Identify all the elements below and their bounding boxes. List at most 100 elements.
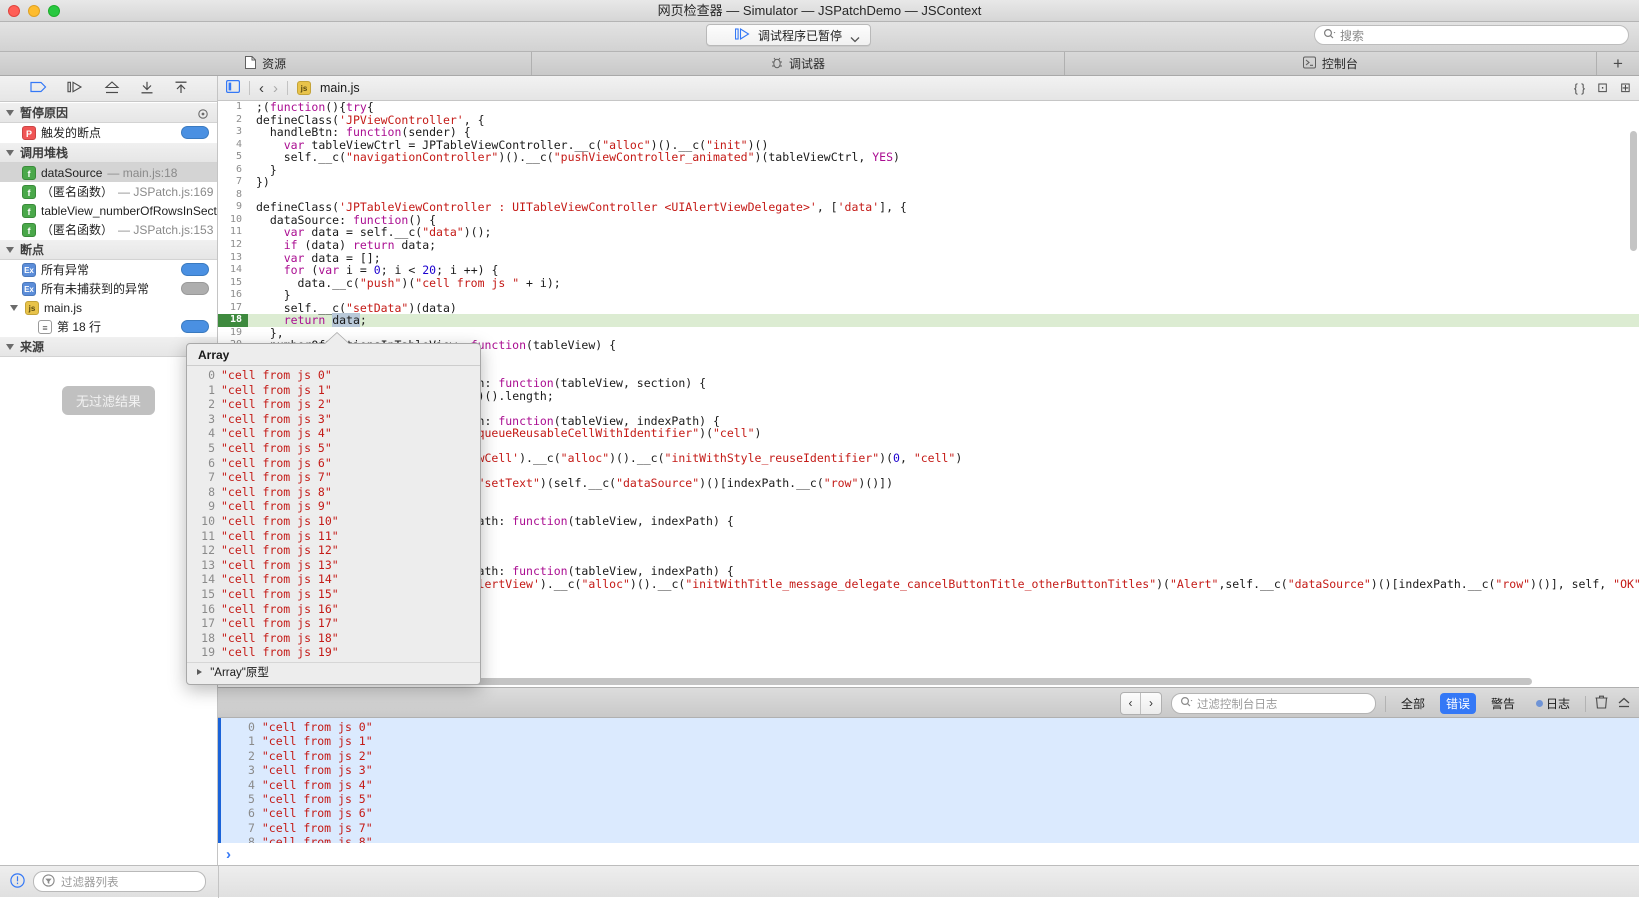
line-number-12[interactable]: 12	[218, 239, 248, 252]
console-output-row-2[interactable]: 2 "cell from js 2"	[218, 749, 1639, 763]
pause-reason-row[interactable]: P 触发的断点	[0, 123, 217, 142]
popover-entry-7[interactable]: 7"cell from js 7"	[187, 470, 480, 485]
line-number-7[interactable]: 7	[218, 176, 248, 189]
popover-entry-17[interactable]: 17"cell from js 17"	[187, 616, 480, 631]
call-stack-frame-2[interactable]: f tableView_numberOfRowsInSecti...	[0, 201, 217, 220]
breakpoint-all-exceptions[interactable]: Ex 所有异常	[0, 260, 217, 279]
line-number-6[interactable]: 6	[218, 164, 248, 177]
step-up-icon[interactable]	[174, 81, 188, 97]
group-header-breakpoints[interactable]: 断点	[0, 239, 217, 260]
breakpoint-line-18-toggle[interactable]	[181, 320, 209, 333]
line-number-15[interactable]: 15	[218, 277, 248, 290]
line-number-2[interactable]: 2	[218, 114, 248, 127]
step-out-icon[interactable]	[140, 81, 154, 97]
console-prompt[interactable]: ›	[218, 843, 1639, 865]
popover-entry-4[interactable]: 4"cell from js 4"	[187, 426, 480, 441]
tab-console[interactable]: 控制台	[1065, 52, 1597, 75]
code-line-6[interactable]: 6 }	[218, 164, 1639, 177]
popover-entry-1[interactable]: 1"cell from js 1"	[187, 383, 480, 398]
popover-entry-9[interactable]: 9"cell from js 9"	[187, 499, 480, 514]
trash-icon[interactable]	[1595, 695, 1608, 712]
breakpoint-line-18[interactable]: ≡ 第 18 行	[0, 317, 217, 336]
line-number-16[interactable]: 16	[218, 289, 248, 302]
nav-back-button[interactable]: ‹	[259, 80, 264, 97]
split-view-icon[interactable]: ⊞	[1620, 80, 1631, 96]
tab-debugger[interactable]: 调试器	[532, 52, 1064, 75]
popover-entry-13[interactable]: 13"cell from js 13"	[187, 558, 480, 573]
popover-prototype-row[interactable]: "Array"原型	[187, 662, 480, 683]
line-number-19[interactable]: 19	[218, 327, 248, 340]
resume-icon[interactable]	[30, 81, 47, 96]
line-number-3[interactable]: 3	[218, 126, 248, 139]
line-number-8[interactable]: 8	[218, 189, 248, 202]
popover-entry-0[interactable]: 0"cell from js 0"	[187, 368, 480, 383]
console-filter-logs[interactable]: 日志	[1530, 693, 1576, 714]
add-tab-button[interactable]: +	[1597, 52, 1639, 75]
line-number-9[interactable]: 9	[218, 201, 248, 214]
console-output-row-3[interactable]: 3 "cell from js 3"	[218, 763, 1639, 777]
console-output-row-1[interactable]: 1 "cell from js 1"	[218, 734, 1639, 748]
tab-resources[interactable]: 资源	[0, 52, 532, 75]
popover-entry-6[interactable]: 6"cell from js 6"	[187, 456, 480, 471]
console-prev-button[interactable]: ‹	[1121, 693, 1141, 714]
pretty-print-icon[interactable]: { }	[1574, 81, 1585, 95]
layout-icon[interactable]: ⊡	[1597, 80, 1608, 96]
line-number-13[interactable]: 13	[218, 252, 248, 265]
popover-entry-3[interactable]: 3"cell from js 3"	[187, 412, 480, 427]
breakpoint-file-main-js[interactable]: js main.js	[0, 298, 217, 317]
group-header-sources[interactable]: 来源	[0, 336, 217, 357]
popover-entry-8[interactable]: 8"cell from js 8"	[187, 485, 480, 500]
info-circle-icon[interactable]	[10, 873, 25, 891]
console-next-button[interactable]: ›	[1141, 693, 1161, 714]
code-line-5[interactable]: 5 self.__c("navigationController")().__c…	[218, 151, 1639, 164]
console-filter-warnings[interactable]: 警告	[1485, 693, 1521, 714]
console-filter-all[interactable]: 全部	[1395, 693, 1431, 714]
gear-icon[interactable]	[197, 108, 209, 123]
line-number-14[interactable]: 14	[218, 264, 248, 277]
console-output-row-7[interactable]: 7 "cell from js 7"	[218, 821, 1639, 835]
popover-entry-14[interactable]: 14"cell from js 14"	[187, 572, 480, 587]
popover-entry-16[interactable]: 16"cell from js 16"	[187, 602, 480, 617]
breakpoint-all-exceptions-toggle[interactable]	[181, 263, 209, 276]
popover-entry-11[interactable]: 11"cell from js 11"	[187, 529, 480, 544]
code-line-15[interactable]: 15 data.__c("push")("cell from js " + i)…	[218, 277, 1639, 290]
popover-entry-18[interactable]: 18"cell from js 18"	[187, 631, 480, 646]
call-stack-frame-3[interactable]: f （匿名函数） — JSPatch.js:153	[0, 220, 217, 239]
group-header-call-stack[interactable]: 调用堆栈	[0, 142, 217, 163]
popover-entry-5[interactable]: 5"cell from js 5"	[187, 441, 480, 456]
call-stack-frame-0[interactable]: f dataSource — main.js:18	[0, 163, 217, 182]
console-output-row-4[interactable]: 4 "cell from js 4"	[218, 778, 1639, 792]
console-nav-stepper[interactable]: ‹ ›	[1120, 692, 1162, 715]
popover-entry-19[interactable]: 19"cell from js 19"	[187, 645, 480, 660]
call-stack-frame-1[interactable]: f （匿名函数） — JSPatch.js:169	[0, 182, 217, 201]
line-number-5[interactable]: 5	[218, 151, 248, 164]
console-output-row-0[interactable]: 0 "cell from js 0"	[218, 720, 1639, 734]
popover-entry-12[interactable]: 12"cell from js 12"	[187, 543, 480, 558]
line-number-18[interactable]: 18	[218, 314, 248, 327]
step-into-icon[interactable]	[104, 81, 120, 97]
line-number-17[interactable]: 17	[218, 302, 248, 315]
search-input[interactable]: 搜索	[1314, 25, 1629, 45]
value-popover[interactable]: Array 0"cell from js 0"1"cell from js 1"…	[186, 343, 481, 685]
breakpoint-uncaught-exceptions-toggle[interactable]	[181, 282, 209, 295]
code-line-3[interactable]: 3 handleBtn: function(sender) {	[218, 126, 1639, 139]
group-header-pause-reason[interactable]: 暂停原因	[0, 102, 217, 123]
nav-forward-button[interactable]: ›	[273, 80, 278, 97]
code-line-16[interactable]: 16 }	[218, 289, 1639, 302]
debugger-paused-button[interactable]: 调试程序已暂停	[706, 24, 871, 46]
line-number-1[interactable]: 1	[218, 101, 248, 114]
chevron-up-icon[interactable]	[1617, 696, 1631, 711]
console-filter-input[interactable]: 过滤控制台日志	[1171, 693, 1376, 714]
popover-entry-10[interactable]: 10"cell from js 10"	[187, 514, 480, 529]
console-filter-errors[interactable]: 错误	[1440, 693, 1476, 714]
code-line-7[interactable]: 7})	[218, 176, 1639, 189]
pause-reason-toggle[interactable]	[181, 126, 209, 139]
console-output-row-6[interactable]: 6 "cell from js 6"	[218, 806, 1639, 820]
toggle-sidebar-icon[interactable]	[226, 80, 240, 96]
step-over-icon[interactable]	[67, 81, 84, 96]
console-output-row-5[interactable]: 5 "cell from js 5"	[218, 792, 1639, 806]
filter-list-input[interactable]: 过滤器列表	[33, 871, 206, 892]
line-number-4[interactable]: 4	[218, 139, 248, 152]
popover-entry-2[interactable]: 2"cell from js 2"	[187, 397, 480, 412]
breakpoint-uncaught-exceptions[interactable]: Ex 所有未捕获到的异常	[0, 279, 217, 298]
